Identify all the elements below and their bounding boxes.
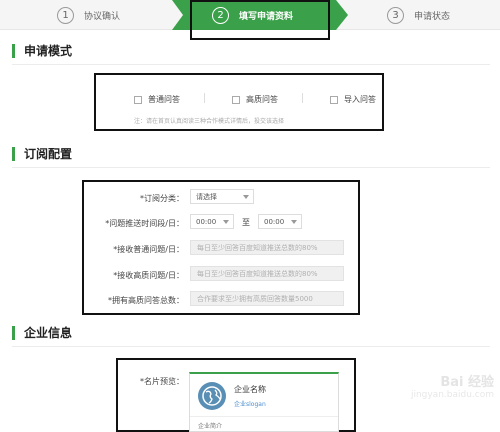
normal-questions-input[interactable]: 每日至少回答百度知道推送总数的80%: [190, 240, 344, 255]
step-number: 3: [387, 6, 404, 24]
checkbox-normal-qa[interactable]: 普通问答: [134, 94, 180, 105]
checkbox-import-qa[interactable]: 导入问答: [330, 94, 376, 105]
divider: [12, 64, 490, 65]
input-placeholder: 每日至少回答百度知道推送总数的80%: [197, 269, 318, 278]
company-name: 企业名称: [234, 385, 266, 394]
category-label: *订阅分类：: [140, 194, 184, 203]
step-status: 3 申请状态: [387, 0, 450, 30]
chevron-down-icon: [223, 220, 229, 224]
checkbox-label: 普通问答: [148, 95, 180, 104]
step-label: 协议确认: [84, 11, 121, 22]
checkbox-label: 高质问答: [246, 95, 278, 104]
checkbox-box[interactable]: [330, 95, 338, 104]
watermark-logo: Bai 经验: [440, 375, 494, 390]
input-placeholder: 每日至少回答百度知道推送总数的80%: [197, 243, 318, 252]
chevron-down-icon: [291, 220, 297, 224]
time-from-select[interactable]: 00:00: [190, 214, 234, 229]
period-label: *问题推送时间段/日：: [105, 219, 184, 228]
step-number: 1: [57, 6, 74, 24]
divider: [204, 93, 205, 103]
company-slogan: 企业slogan: [234, 401, 266, 408]
divider: [12, 167, 490, 168]
business-card-preview: 企业名称 企业slogan 企业简介: [189, 372, 339, 432]
checkbox-box[interactable]: [134, 95, 142, 104]
time-to-select[interactable]: 00:00: [258, 214, 302, 229]
watermark-url: jingyan.baidu.com: [410, 390, 494, 400]
hq-questions-label: *接收高质问题/日：: [113, 271, 184, 280]
divider: [190, 416, 338, 417]
annotation-box: [190, 0, 330, 40]
checkbox-high-quality-qa[interactable]: 高质问答: [232, 94, 278, 105]
section-title-mode: 申请模式: [12, 44, 72, 58]
company-intro: 企业简介: [198, 423, 223, 430]
globe-icon: [198, 382, 226, 410]
hq-questions-input[interactable]: 每日至少回答百度知道推送总数的80%: [190, 266, 344, 281]
category-value: 请选择: [196, 192, 217, 201]
section-title-subscription: 订阅配置: [12, 147, 72, 161]
watermark: Bai 经验 jingyan.baidu.com: [411, 376, 494, 402]
divider: [12, 346, 490, 347]
hq-total-label: *拥有高质问答总数：: [108, 296, 184, 305]
chevron-down-icon: [243, 195, 249, 199]
section-title-company: 企业信息: [12, 326, 72, 340]
to-label: 至: [242, 218, 250, 227]
normal-questions-label: *接收普通问题/日：: [113, 245, 184, 254]
hq-total-input[interactable]: 合作要求至少拥有高质回答数量5000: [190, 291, 344, 306]
step-agreement: 1 协议确认: [57, 0, 120, 30]
category-select[interactable]: 请选择: [190, 189, 254, 204]
divider: [302, 93, 303, 103]
checkbox-label: 导入问答: [344, 95, 376, 104]
time-to-value: 00:00: [264, 217, 285, 226]
input-placeholder: 合作要求至少拥有高质回答数量5000: [197, 294, 313, 303]
mode-note: 注：请在首页认真阅读三种合作模式详情后，投交该选择: [134, 118, 285, 125]
card-preview-label: *名片预览：: [140, 377, 184, 386]
step-label: 申请状态: [414, 11, 451, 22]
checkbox-box[interactable]: [232, 95, 240, 104]
time-from-value: 00:00: [196, 217, 217, 226]
